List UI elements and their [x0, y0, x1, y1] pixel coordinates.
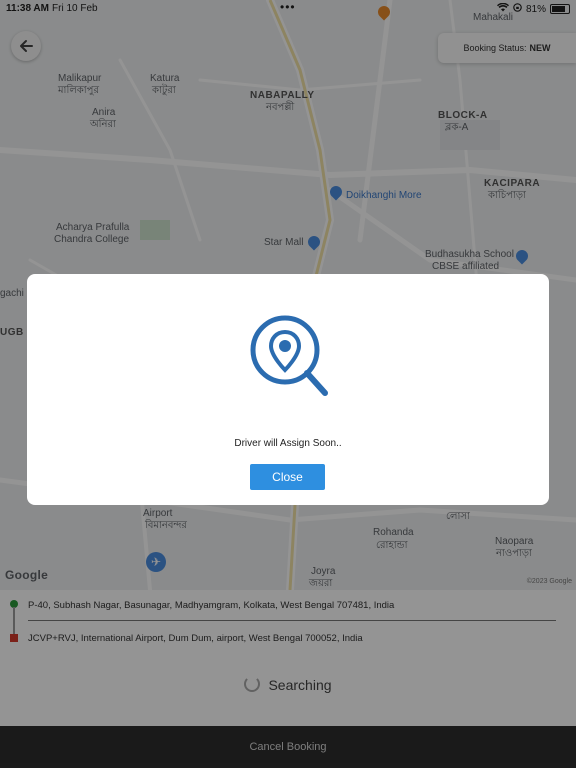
dialog-message: Driver will Assign Soon..: [234, 438, 342, 449]
location-search-icon: [250, 315, 328, 396]
driver-assign-dialog: Driver will Assign Soon.. Close: [27, 274, 549, 505]
close-button-label: Close: [272, 470, 303, 484]
close-button[interactable]: Close: [250, 464, 325, 490]
